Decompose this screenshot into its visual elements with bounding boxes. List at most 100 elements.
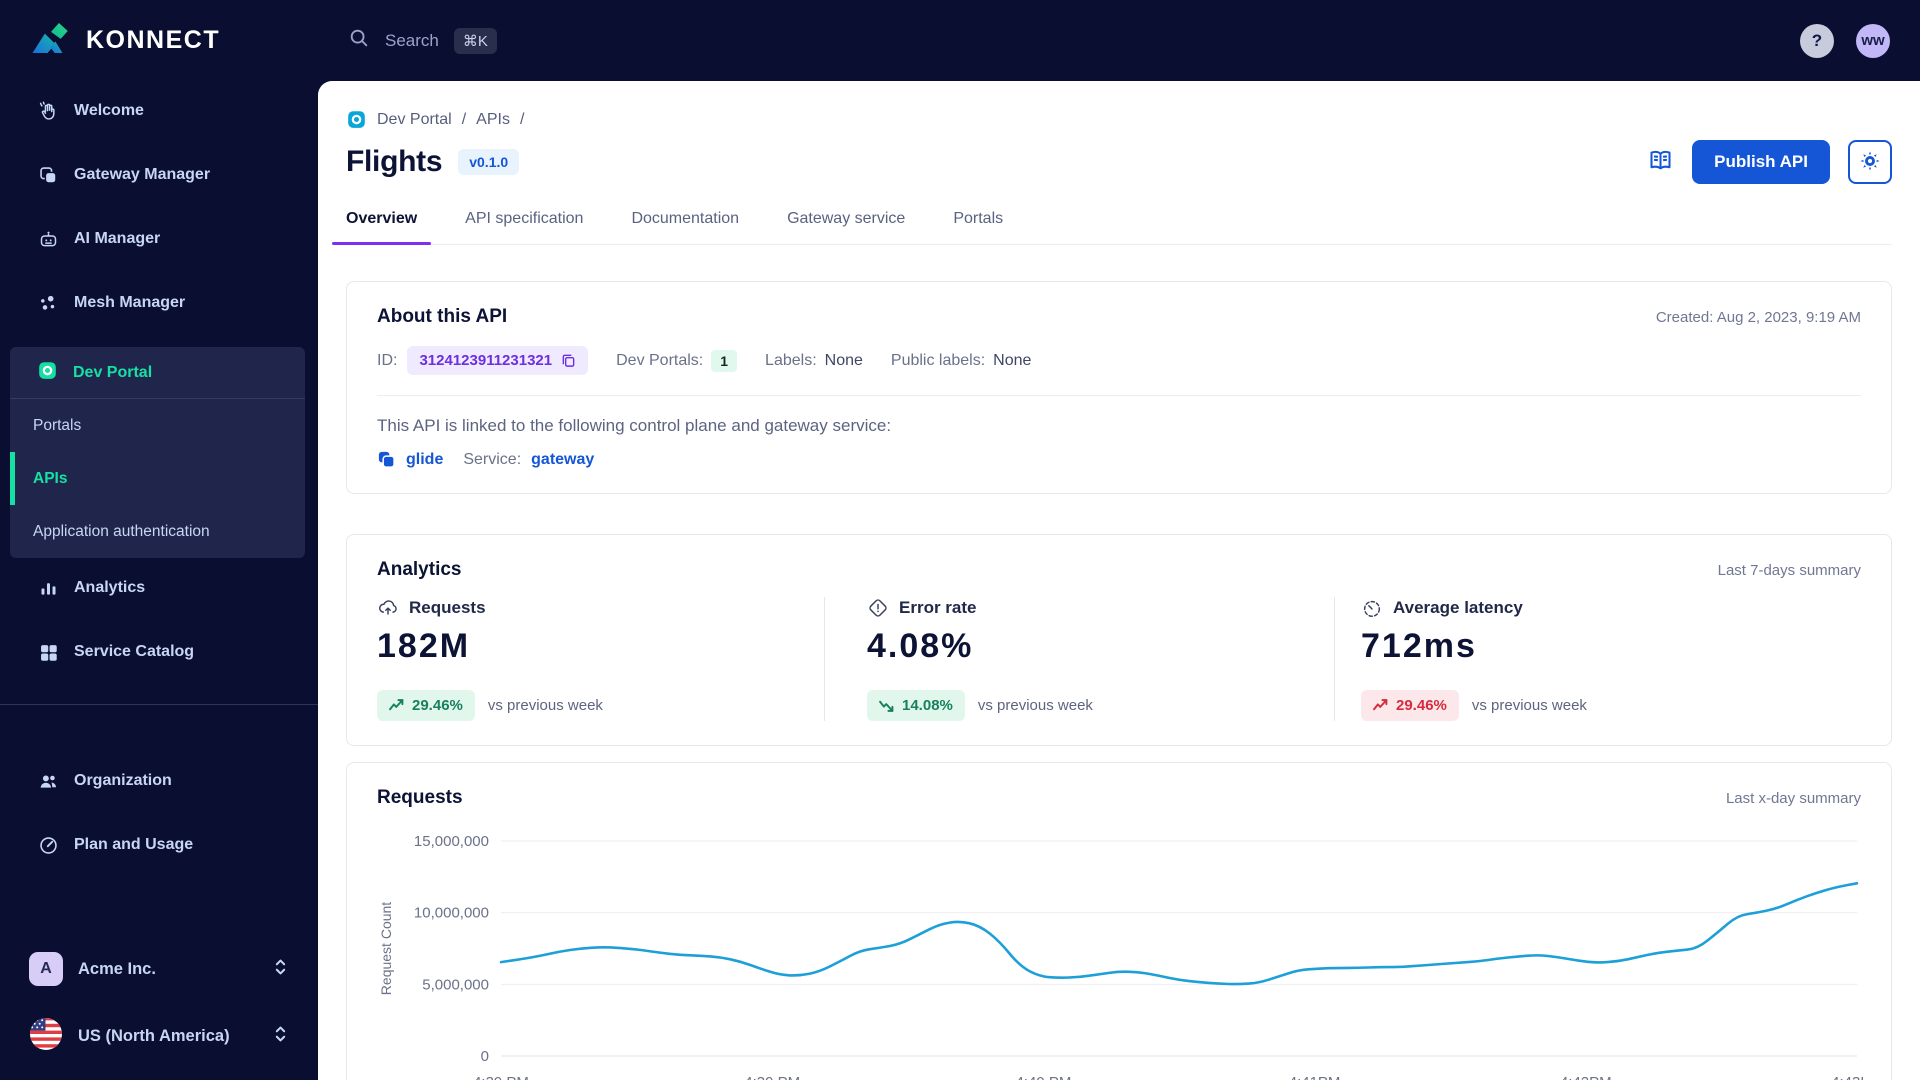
metric-value: 4.08% <box>867 627 974 665</box>
people-icon <box>37 771 59 792</box>
mesh-icon <box>37 293 59 314</box>
sidebar-item-ai-manager[interactable]: AI Manager <box>0 219 318 259</box>
robot-icon <box>37 229 59 250</box>
org-name: Acme Inc. <box>78 959 156 978</box>
breadcrumb-apis[interactable]: APIs <box>476 111 510 129</box>
control-plane-icon <box>377 450 396 469</box>
sidebar-item-label: Gateway Manager <box>74 166 211 183</box>
svg-text:5,000,000: 5,000,000 <box>422 976 489 993</box>
sidebar-item-portals[interactable]: Portals <box>10 399 305 452</box>
tab-bar: Overview API specification Documentation… <box>332 210 1892 245</box>
org-badge: A <box>29 952 63 986</box>
diamond-alert-icon <box>867 597 889 619</box>
region-switcher[interactable]: US (North America) <box>29 1017 288 1056</box>
analytics-card: Analytics Last 7-days summary Requests 1… <box>346 534 1892 746</box>
main-panel: Dev Portal / APIs / Flights v0.1.0 Publi… <box>318 81 1920 1080</box>
page-title: Flights <box>346 145 443 178</box>
control-plane-link[interactable]: glide <box>406 451 443 469</box>
metric-label: Error rate <box>899 598 977 617</box>
svg-text:15,000,000: 15,000,000 <box>414 833 489 850</box>
svg-text:4:41PM: 4:41PM <box>1289 1074 1341 1080</box>
tab-documentation[interactable]: Documentation <box>617 210 753 244</box>
sidebar-item-label: Service Catalog <box>74 643 195 660</box>
chevron-updown-icon <box>273 956 288 983</box>
svg-text:4:42PM: 4:42PM <box>1560 1074 1612 1080</box>
dev-portal-icon <box>37 360 58 386</box>
sidebar-item-dev-portal[interactable]: Dev Portal <box>10 347 305 399</box>
sidebar-item-welcome[interactable]: Welcome <box>0 91 318 131</box>
svg-text:4:40 PM: 4:40 PM <box>1015 1074 1071 1080</box>
user-avatar[interactable]: ww <box>1856 23 1890 58</box>
sidebar-item-label: Organization <box>74 772 172 789</box>
metric-average-latency: Average latency 712ms 29.46% vs previous… <box>1334 597 1861 721</box>
sidebar-item-gateway-manager[interactable]: Gateway Manager <box>0 155 318 195</box>
analytics-summary-label: Last 7-days summary <box>1717 562 1861 579</box>
sidebar-group-dev-portal: Dev Portal Portals APIs Application auth… <box>10 347 305 558</box>
sidebar-nav: Welcome Gateway Manager AI Manager Mesh … <box>0 81 318 921</box>
publish-api-button[interactable]: Publish API <box>1692 140 1830 184</box>
dev-portals-count-badge: 1 <box>711 349 738 372</box>
about-card: About this API Created: Aug 2, 2023, 9:1… <box>346 281 1892 494</box>
analytics-title: Analytics <box>377 559 462 580</box>
sidebar-item-service-catalog[interactable]: Service Catalog <box>0 632 318 672</box>
docs-book-button[interactable] <box>1647 147 1674 177</box>
about-divider <box>377 395 1861 396</box>
global-search[interactable]: Search ⌘K <box>348 27 497 54</box>
breadcrumb-separator: / <box>519 110 525 128</box>
app-logo[interactable]: KONNECT <box>0 0 318 81</box>
metric-label: Average latency <box>1393 598 1523 617</box>
public-labels-value: None <box>993 351 1032 369</box>
requests-chart-card: Requests Last x-day summary 0 5,000,000 10… <box>346 762 1892 1080</box>
topbar-actions: ? ww <box>1800 23 1890 58</box>
chart-area: 0 5,000,000 10,000,000 15,000,000 4:39 PM 4:3… <box>377 819 1883 1080</box>
help-button[interactable]: ? <box>1800 23 1834 58</box>
copy-icon <box>561 353 576 368</box>
header-actions: Publish API <box>1647 140 1892 184</box>
wave-hand-icon <box>37 100 59 122</box>
trend-caption: vs previous week <box>1471 697 1587 714</box>
api-id-value: 3124123911231321 <box>419 352 553 369</box>
svg-text:0: 0 <box>481 1048 489 1065</box>
tab-overview[interactable]: Overview <box>332 210 432 245</box>
sidebar-item-label: AI Manager <box>74 230 161 247</box>
created-timestamp: Created: Aug 2, 2023, 9:19 AM <box>1655 309 1861 326</box>
tab-portals[interactable]: Portals <box>939 210 1017 244</box>
svg-text:4:39 PM: 4:39 PM <box>473 1074 529 1080</box>
metric-value: 712ms <box>1361 627 1477 665</box>
chevron-updown-icon <box>273 1023 288 1050</box>
dev-portals-label: Dev Portals: <box>616 351 704 369</box>
sidebar-item-plan-and-usage[interactable]: Plan and Usage <box>0 825 318 865</box>
about-meta-row: ID: 3124123911231321 Dev Portals: 1 Labe… <box>377 346 1861 375</box>
svg-text:Request Count: Request Count <box>378 902 394 996</box>
sidebar-item-analytics[interactable]: Analytics <box>0 568 318 608</box>
svg-text:4:39 PM: 4:39 PM <box>744 1074 800 1080</box>
gateway-service-link[interactable]: gateway <box>531 451 594 469</box>
svg-text:4:43PM: 4:43PM <box>1831 1074 1863 1080</box>
sidebar-footer: A Acme Inc. US (North America) <box>0 921 318 1080</box>
tab-gateway-service[interactable]: Gateway service <box>773 210 919 244</box>
region-name: US (North America) <box>78 1027 230 1045</box>
settings-button[interactable] <box>1848 140 1892 184</box>
linked-description: This API is linked to the following cont… <box>377 416 892 435</box>
org-switcher[interactable]: A Acme Inc. <box>29 952 288 986</box>
analytics-metrics: Requests 182M 29.46% vs previous week Er… <box>377 597 1861 721</box>
breadcrumb-separator: / <box>461 110 467 128</box>
metric-requests: Requests 182M 29.46% vs previous week <box>377 597 824 721</box>
search-shortcut-badge: ⌘K <box>453 27 497 54</box>
sidebar-item-application-authentication[interactable]: Application authentication <box>10 505 305 558</box>
trend-down-icon <box>879 699 894 712</box>
topbar: Search ⌘K ? ww <box>318 0 1920 81</box>
sidebar-item-apis[interactable]: APIs <box>10 452 305 505</box>
sidebar-item-mesh-manager[interactable]: Mesh Manager <box>0 283 318 323</box>
svg-text:10,000,000: 10,000,000 <box>414 905 489 922</box>
api-id-chip[interactable]: 3124123911231321 <box>407 346 589 375</box>
metric-error-rate: Error rate 4.08% 14.08% vs previous week <box>824 597 1334 721</box>
us-flag-icon <box>29 1017 63 1056</box>
breadcrumb-dev-portal[interactable]: Dev Portal <box>377 111 452 129</box>
trend-up-icon <box>1373 699 1388 712</box>
sidebar-item-organization[interactable]: Organization <box>0 761 318 801</box>
metric-value: 182M <box>377 627 471 665</box>
dev-portal-breadcrumb-icon <box>346 109 367 130</box>
tab-api-specification[interactable]: API specification <box>451 210 597 244</box>
cloud-upload-icon <box>377 597 399 619</box>
